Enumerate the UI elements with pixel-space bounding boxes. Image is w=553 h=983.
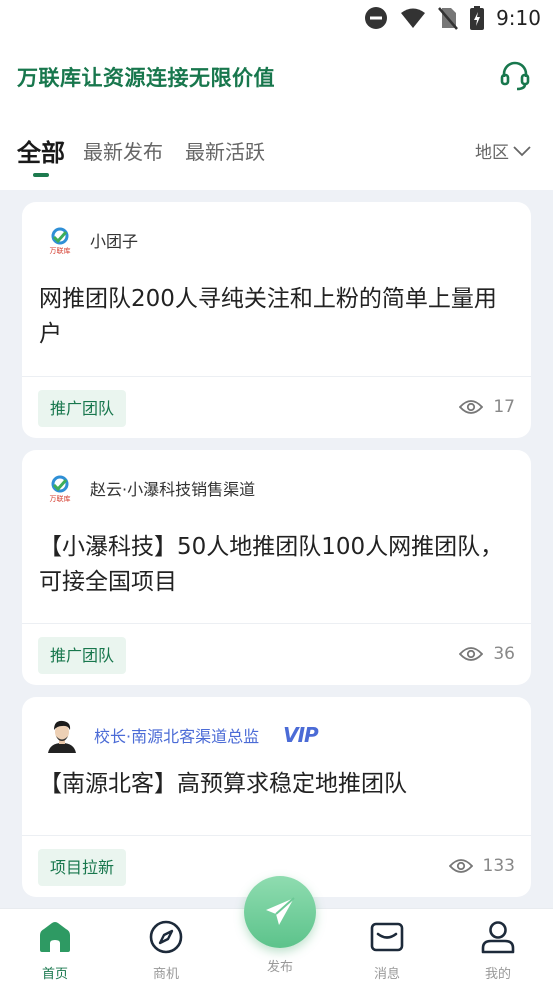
post-feed[interactable]: 万联库 小团子 网推团队200人寻纯关注和上粉的简单上量用户 推广团队 17 万… [0,190,553,908]
nav-business-label: 商机 [152,967,179,982]
post-card[interactable]: 万联库 小团子 网推团队200人寻纯关注和上粉的简单上量用户 推广团队 17 [22,202,531,438]
user-photo-avatar [48,720,76,753]
compass-icon [149,920,183,954]
nav-messages[interactable]: 消息 [347,919,427,982]
post-content[interactable]: 【小瀑科技】50人地推团队100人网推团队，可接全国项目 [39,530,509,600]
user-icon [481,921,515,954]
post-content[interactable]: 【南源北客】高预算求稳定地推团队 [39,767,509,802]
tab-all[interactable]: 全部 [17,133,65,168]
author-name[interactable]: 校长·南源北客渠道总监 [94,723,259,747]
status-time: 9:10 [496,6,541,30]
avatar: 万联库 [44,472,76,504]
view-count: 17 [459,397,515,417]
author-name[interactable]: 赵云·小瀑科技销售渠道 [90,476,255,500]
eye-icon [459,400,484,414]
post-tag[interactable]: 推广团队 [38,390,127,427]
svg-text:万联库: 万联库 [50,246,71,255]
divider [22,835,531,836]
post-card[interactable]: 校长·南源北客渠道总监 VIP 【南源北客】高预算求稳定地推团队 项目拉新 13… [22,697,531,897]
nav-mine-label: 我的 [484,967,511,982]
home-icon [40,922,70,952]
do-not-disturb-icon [365,7,388,29]
headset-icon[interactable] [499,60,531,92]
post-tag[interactable]: 推广团队 [38,637,127,674]
post-content[interactable]: 网推团队200人寻纯关注和上粉的简单上量用户 [39,282,509,352]
post-tag[interactable]: 项目拉新 [38,849,127,886]
wanlianku-logo-icon: 万联库 [50,227,71,255]
feed-tabs: 全部 最新发布 最新活跃 地区 [0,120,553,190]
app-header: 万联库让资源连接无限价值 [0,40,553,120]
battery-icon [470,6,485,30]
view-count: 36 [459,644,515,664]
divider [22,623,531,624]
view-count-value: 36 [493,644,515,664]
avatar [44,717,80,753]
paper-plane-icon [266,897,295,925]
page-title: 万联库让资源连接无限价值 [17,66,275,90]
tab-latest-published[interactable]: 最新发布 [83,136,163,165]
tab-latest-active[interactable]: 最新活跃 [185,136,265,165]
view-count: 133 [448,856,515,876]
wifi-icon [401,8,426,28]
status-bar: 9:10 [0,0,553,40]
view-count-value: 17 [493,397,515,417]
message-icon [370,922,404,952]
no-sim-icon [438,7,459,30]
divider [22,376,531,377]
nav-messages-label: 消息 [373,967,400,982]
region-filter[interactable]: 地区 [475,138,531,163]
post-card[interactable]: 万联库 赵云·小瀑科技销售渠道 【小瀑科技】50人地推团队100人网推团队，可接… [22,450,531,685]
wanlianku-logo-icon: 万联库 [50,475,71,503]
nav-publish-label: 发布 [266,960,293,975]
active-tab-indicator [33,173,49,177]
author-name[interactable]: 小团子 [90,228,138,252]
chevron-down-icon [513,145,531,156]
view-count-value: 133 [482,856,515,876]
nav-home-label: 首页 [41,967,68,982]
eye-icon [448,859,473,873]
svg-text:万联库: 万联库 [50,494,71,503]
nav-mine[interactable]: 我的 [458,919,538,982]
publish-button[interactable] [244,876,316,948]
avatar: 万联库 [44,224,76,256]
vip-badge: VIP [283,723,319,747]
nav-home[interactable]: 首页 [15,919,95,982]
nav-business[interactable]: 商机 [126,919,206,982]
region-filter-label: 地区 [475,143,509,163]
eye-icon [459,647,484,661]
